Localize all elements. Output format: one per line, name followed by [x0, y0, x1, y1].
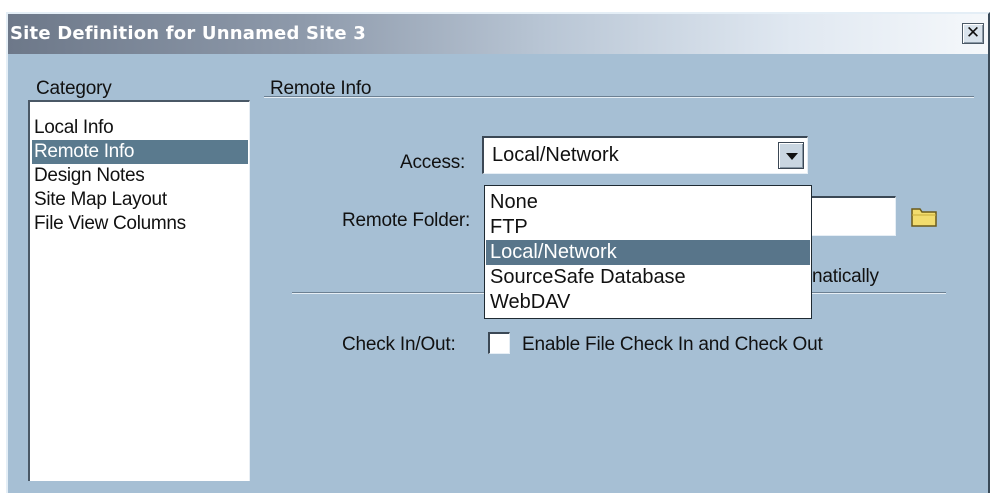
check-in-out-label: Check In/Out: [342, 334, 456, 355]
access-option-local-network[interactable]: Local/Network [486, 240, 810, 265]
panel-heading-divider [264, 96, 974, 98]
category-item-local-info[interactable]: Local Info [32, 116, 248, 140]
category-item-site-map-layout[interactable]: Site Map Layout [32, 188, 248, 212]
access-option-none[interactable]: None [486, 190, 810, 215]
chevron-down-icon [786, 153, 798, 160]
close-icon: ✕ [965, 23, 981, 43]
category-item-design-notes[interactable]: Design Notes [32, 164, 248, 188]
enable-check-in-out-checkbox[interactable] [488, 332, 510, 354]
access-label: Access: [400, 152, 466, 173]
access-option-sourcesafe[interactable]: SourceSafe Database [486, 265, 810, 290]
close-button[interactable]: ✕ [962, 23, 984, 44]
access-select[interactable]: Local/Network [482, 136, 808, 174]
category-heading: Category [36, 78, 112, 99]
access-options-list[interactable]: None FTP Local/Network SourceSafe Databa… [484, 185, 812, 319]
category-item-file-view-columns[interactable]: File View Columns [32, 212, 248, 236]
folder-icon[interactable] [910, 204, 938, 228]
remote-folder-input[interactable] [800, 196, 896, 236]
access-option-webdav[interactable]: WebDAV [486, 290, 810, 315]
access-option-ftp[interactable]: FTP [486, 215, 810, 240]
enable-check-in-out-label[interactable]: Enable File Check In and Check Out [522, 334, 823, 356]
auto-refresh-label: natically [812, 266, 879, 287]
category-list[interactable]: Local Info Remote Info Design Notes Site… [28, 100, 250, 481]
access-selected-value: Local/Network [492, 144, 619, 166]
access-dropdown-button[interactable] [778, 142, 804, 169]
title-bar[interactable]: Site Definition for Unnamed Site 3 ✕ [8, 14, 988, 54]
dialog-title: Site Definition for Unnamed Site 3 [10, 23, 366, 44]
category-item-remote-info[interactable]: Remote Info [32, 140, 248, 164]
remote-folder-label: Remote Folder: [342, 210, 471, 231]
